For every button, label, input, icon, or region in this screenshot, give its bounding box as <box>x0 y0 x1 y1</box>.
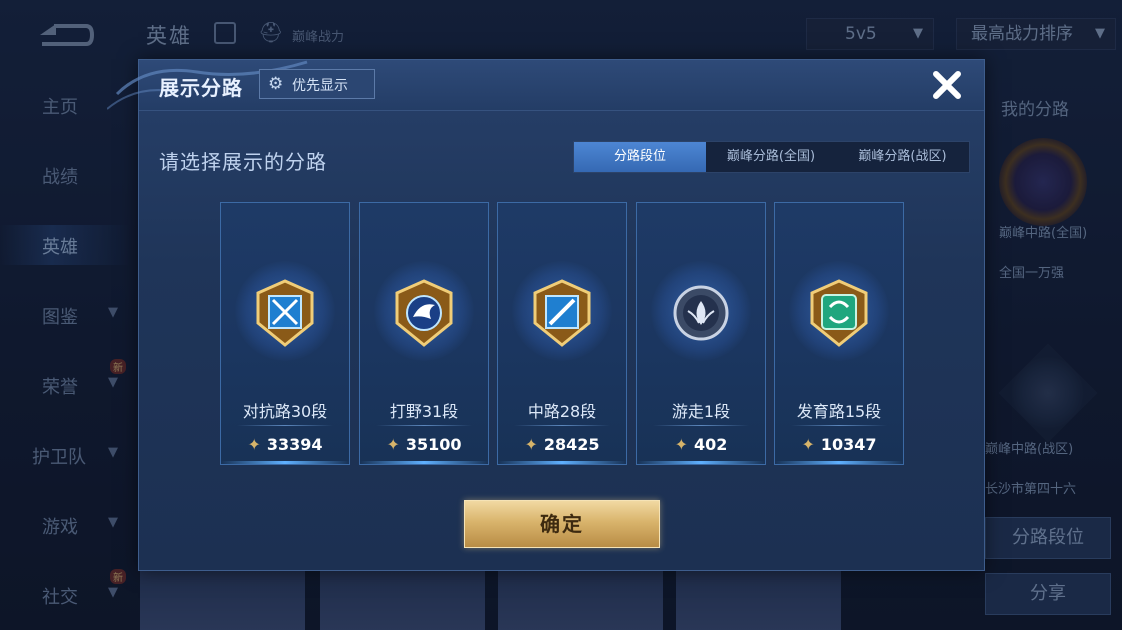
power-icon: ✦ <box>247 435 261 454</box>
lane-card-farm[interactable]: 发育路15段 ✦ 10347 <box>774 202 904 465</box>
tab-lane-rank[interactable]: 分路段位 <box>574 142 706 172</box>
close-icon[interactable] <box>930 68 964 102</box>
lane-card-jungle[interactable]: 打野31段 ✦ 35100 <box>359 202 489 465</box>
lane-score-value: 10347 <box>820 435 877 454</box>
display-lane-dialog: 展示分路 ⚙ 优先显示 请选择展示的分路 分路段位 巅峰分路(全国) 巅峰分路(… <box>107 59 985 571</box>
divider <box>791 425 887 426</box>
lane-score: ✦ 33394 <box>221 434 349 454</box>
tab-peak-lane-region[interactable]: 巅峰分路(战区) <box>836 142 969 172</box>
card-glow <box>637 461 765 464</box>
lane-rank-label: 对抗路30段 <box>242 402 328 421</box>
divider <box>514 425 610 426</box>
lane-score: ✦ 35100 <box>360 434 488 454</box>
lane-card-mid[interactable]: 中路28段 ✦ 28425 <box>497 202 627 465</box>
clash-lane-emblem-icon <box>256 279 314 347</box>
roam-emblem-icon <box>673 285 729 341</box>
divider <box>237 425 333 426</box>
card-glow <box>498 461 626 464</box>
card-glow <box>221 461 349 464</box>
lane-score: ✦ 28425 <box>498 434 626 454</box>
confirm-button[interactable]: 确定 <box>464 500 660 548</box>
power-icon: ✦ <box>524 435 538 454</box>
card-glow <box>775 461 903 464</box>
lane-card-roam[interactable]: 游走1段 ✦ 402 <box>636 202 766 465</box>
gear-icon: ⚙ <box>268 74 284 94</box>
choose-lane-subtitle: 请选择展示的分路 <box>159 150 327 174</box>
lane-score-value: 35100 <box>405 435 462 454</box>
lane-score-value: 33394 <box>266 435 323 454</box>
power-icon: ✦ <box>801 435 815 454</box>
lane-tabs: 分路段位 巅峰分路(全国) 巅峰分路(战区) <box>573 141 970 173</box>
priority-display-button[interactable]: ⚙ 优先显示 <box>259 69 375 99</box>
card-glow <box>360 461 488 464</box>
lane-score-value: 28425 <box>543 435 600 454</box>
dialog-title: 展示分路 <box>159 76 243 100</box>
power-icon: ✦ <box>674 435 688 454</box>
lane-score: ✦ 402 <box>637 434 765 454</box>
dialog-header: 展示分路 ⚙ 优先显示 <box>107 60 984 111</box>
divider <box>653 425 749 426</box>
tab-peak-lane-national[interactable]: 巅峰分路(全国) <box>706 142 836 172</box>
power-icon: ✦ <box>386 435 400 454</box>
lane-rank-label: 打野31段 <box>389 402 459 421</box>
priority-display-label: 优先显示 <box>292 78 348 94</box>
farm-lane-emblem-icon <box>810 279 868 347</box>
divider <box>376 425 472 426</box>
lane-rank-label: 游走1段 <box>671 402 731 421</box>
lane-card-clash[interactable]: 对抗路30段 ✦ 33394 <box>220 202 350 465</box>
lane-rank-label: 发育路15段 <box>796 402 882 421</box>
jungle-emblem-icon <box>395 279 453 347</box>
mid-lane-emblem-icon <box>533 279 591 347</box>
lane-score: ✦ 10347 <box>775 434 903 454</box>
lane-score-value: 402 <box>694 435 728 454</box>
lane-rank-label: 中路28段 <box>527 402 597 421</box>
